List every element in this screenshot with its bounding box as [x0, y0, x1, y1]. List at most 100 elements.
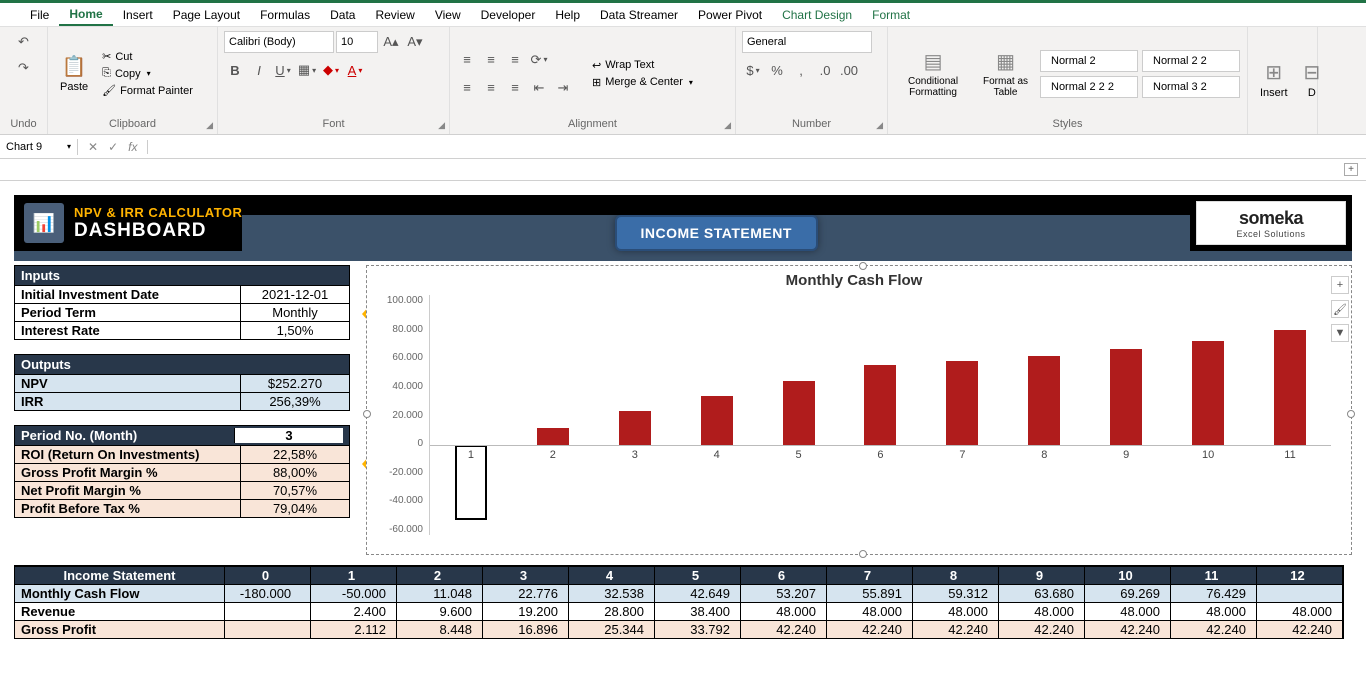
- is-cell[interactable]: -180.000: [225, 584, 311, 602]
- is-cell[interactable]: 42.240: [913, 620, 999, 638]
- is-cell[interactable]: 42.240: [999, 620, 1085, 638]
- bar-slot[interactable]: 4: [676, 295, 758, 535]
- is-cell[interactable]: 42.240: [1257, 620, 1343, 638]
- is-cell[interactable]: 28.800: [569, 602, 655, 620]
- inc-decimal-icon[interactable]: .0: [814, 59, 836, 81]
- font-name-select[interactable]: [224, 31, 334, 53]
- style-normal-2[interactable]: Normal 2: [1040, 50, 1138, 72]
- is-cell[interactable]: 48.000: [827, 602, 913, 620]
- increase-font-icon[interactable]: A▴: [380, 31, 402, 53]
- is-cell[interactable]: 48.000: [1171, 602, 1257, 620]
- is-cell[interactable]: 42.240: [1085, 620, 1171, 638]
- menu-view[interactable]: View: [425, 5, 471, 25]
- chart-brush-icon[interactable]: 🖌: [1331, 300, 1349, 318]
- number-format-select[interactable]: [742, 31, 872, 53]
- cancel-formula-icon[interactable]: ✕: [84, 140, 102, 154]
- align-middle-icon[interactable]: ≡: [480, 49, 502, 71]
- is-cell[interactable]: 38.400: [655, 602, 741, 620]
- bar-slot[interactable]: 8: [1003, 295, 1085, 535]
- decrease-font-icon[interactable]: A▾: [404, 31, 426, 53]
- is-cell[interactable]: 48.000: [741, 602, 827, 620]
- chart-container[interactable]: + 🖌 ▼ Monthly Cash Flow 100.00080.00060.…: [366, 265, 1352, 555]
- menu-page-layout[interactable]: Page Layout: [163, 5, 250, 25]
- style-normal-3-2[interactable]: Normal 3 2: [1142, 76, 1240, 98]
- is-cell[interactable]: 42.240: [827, 620, 913, 638]
- bar-slot[interactable]: 7: [921, 295, 1003, 535]
- income-statement-button[interactable]: INCOME STATEMENT: [615, 215, 818, 251]
- is-cell[interactable]: -50.000: [311, 584, 397, 602]
- menu-format[interactable]: Format: [862, 5, 920, 25]
- number-launcher-icon[interactable]: ◢: [876, 120, 883, 131]
- is-cell[interactable]: 2.400: [311, 602, 397, 620]
- paste-button[interactable]: 📋 Paste: [54, 52, 94, 95]
- align-bottom-icon[interactable]: ≡: [504, 49, 526, 71]
- enter-formula-icon[interactable]: ✓: [104, 140, 122, 154]
- align-top-icon[interactable]: ≡: [456, 49, 478, 71]
- is-cell[interactable]: 42.240: [1171, 620, 1257, 638]
- is-cell[interactable]: 48.000: [999, 602, 1085, 620]
- input-val-date[interactable]: 2021-12-01: [241, 286, 349, 303]
- percent-icon[interactable]: %: [766, 59, 788, 81]
- is-cell[interactable]: 33.792: [655, 620, 741, 638]
- bar[interactable]: [537, 428, 569, 445]
- orientation-icon[interactable]: ⟳: [528, 49, 550, 71]
- bar[interactable]: [1274, 330, 1306, 445]
- is-cell[interactable]: 48.000: [1085, 602, 1171, 620]
- is-cell[interactable]: 8.448: [397, 620, 483, 638]
- delete-cells-button[interactable]: ⊟D: [1298, 58, 1327, 101]
- is-cell[interactable]: 48.000: [913, 602, 999, 620]
- chart-plot-area[interactable]: 1234567891011: [429, 295, 1331, 535]
- alignment-launcher-icon[interactable]: ◢: [724, 120, 731, 131]
- resize-handle-icon[interactable]: [859, 550, 867, 558]
- bar[interactable]: [1192, 341, 1224, 445]
- format-as-table-button[interactable]: ▦Format as Table: [976, 47, 1035, 100]
- bar-slot[interactable]: 9: [1085, 295, 1167, 535]
- is-cell[interactable]: 19.200: [483, 602, 569, 620]
- resize-handle-icon[interactable]: [363, 410, 371, 418]
- is-cell[interactable]: 32.538: [569, 584, 655, 602]
- chart-title[interactable]: Monthly Cash Flow: [377, 272, 1331, 289]
- is-cell[interactable]: 69.269: [1085, 584, 1171, 602]
- formula-input[interactable]: [148, 145, 1366, 149]
- indent-inc-icon[interactable]: ⇥: [552, 77, 574, 99]
- indent-dec-icon[interactable]: ⇤: [528, 77, 550, 99]
- bar-slot[interactable]: 3: [594, 295, 676, 535]
- is-cell[interactable]: [225, 620, 311, 638]
- menu-data[interactable]: Data: [320, 5, 365, 25]
- redo-icon[interactable]: ↷: [13, 57, 35, 79]
- conditional-formatting-button[interactable]: ▤Conditional Formatting: [894, 47, 972, 100]
- copy-button[interactable]: ⎘Copy▾: [98, 66, 197, 81]
- menu-help[interactable]: Help: [545, 5, 590, 25]
- is-cell[interactable]: 42.240: [741, 620, 827, 638]
- merge-center-button[interactable]: ⊞Merge & Center▾: [588, 75, 697, 90]
- menu-developer[interactable]: Developer: [471, 5, 546, 25]
- menu-home[interactable]: Home: [59, 4, 112, 26]
- is-cell[interactable]: 55.891: [827, 584, 913, 602]
- italic-button[interactable]: I: [248, 59, 270, 81]
- period-number-input[interactable]: 3: [235, 428, 343, 443]
- bar[interactable]: [864, 365, 896, 445]
- is-cell[interactable]: 25.344: [569, 620, 655, 638]
- menu-data-streamer[interactable]: Data Streamer: [590, 5, 688, 25]
- is-cell[interactable]: 59.312: [913, 584, 999, 602]
- is-cell[interactable]: 11.048: [397, 584, 483, 602]
- font-size-select[interactable]: [336, 31, 378, 53]
- is-cell[interactable]: [1257, 584, 1343, 602]
- chart-filter-icon[interactable]: ▼: [1331, 324, 1349, 342]
- font-launcher-icon[interactable]: ◢: [438, 120, 445, 131]
- comma-icon[interactable]: ,: [790, 59, 812, 81]
- is-cell[interactable]: 2.112: [311, 620, 397, 638]
- border-button[interactable]: ▦: [296, 59, 318, 81]
- insert-cells-button[interactable]: ⊞Insert: [1254, 58, 1294, 101]
- undo-icon[interactable]: ↶: [13, 31, 35, 53]
- underline-button[interactable]: U: [272, 59, 294, 81]
- is-cell[interactable]: 63.680: [999, 584, 1085, 602]
- fx-icon[interactable]: fx: [124, 140, 141, 154]
- is-cell[interactable]: [225, 602, 311, 620]
- style-normal-2-2[interactable]: Normal 2 2: [1142, 50, 1240, 72]
- menu-formulas[interactable]: Formulas: [250, 5, 320, 25]
- input-val-rate[interactable]: 1,50%: [241, 322, 349, 339]
- font-color-button[interactable]: A: [344, 59, 366, 81]
- dec-decimal-icon[interactable]: .00: [838, 59, 860, 81]
- bar[interactable]: [1110, 349, 1142, 445]
